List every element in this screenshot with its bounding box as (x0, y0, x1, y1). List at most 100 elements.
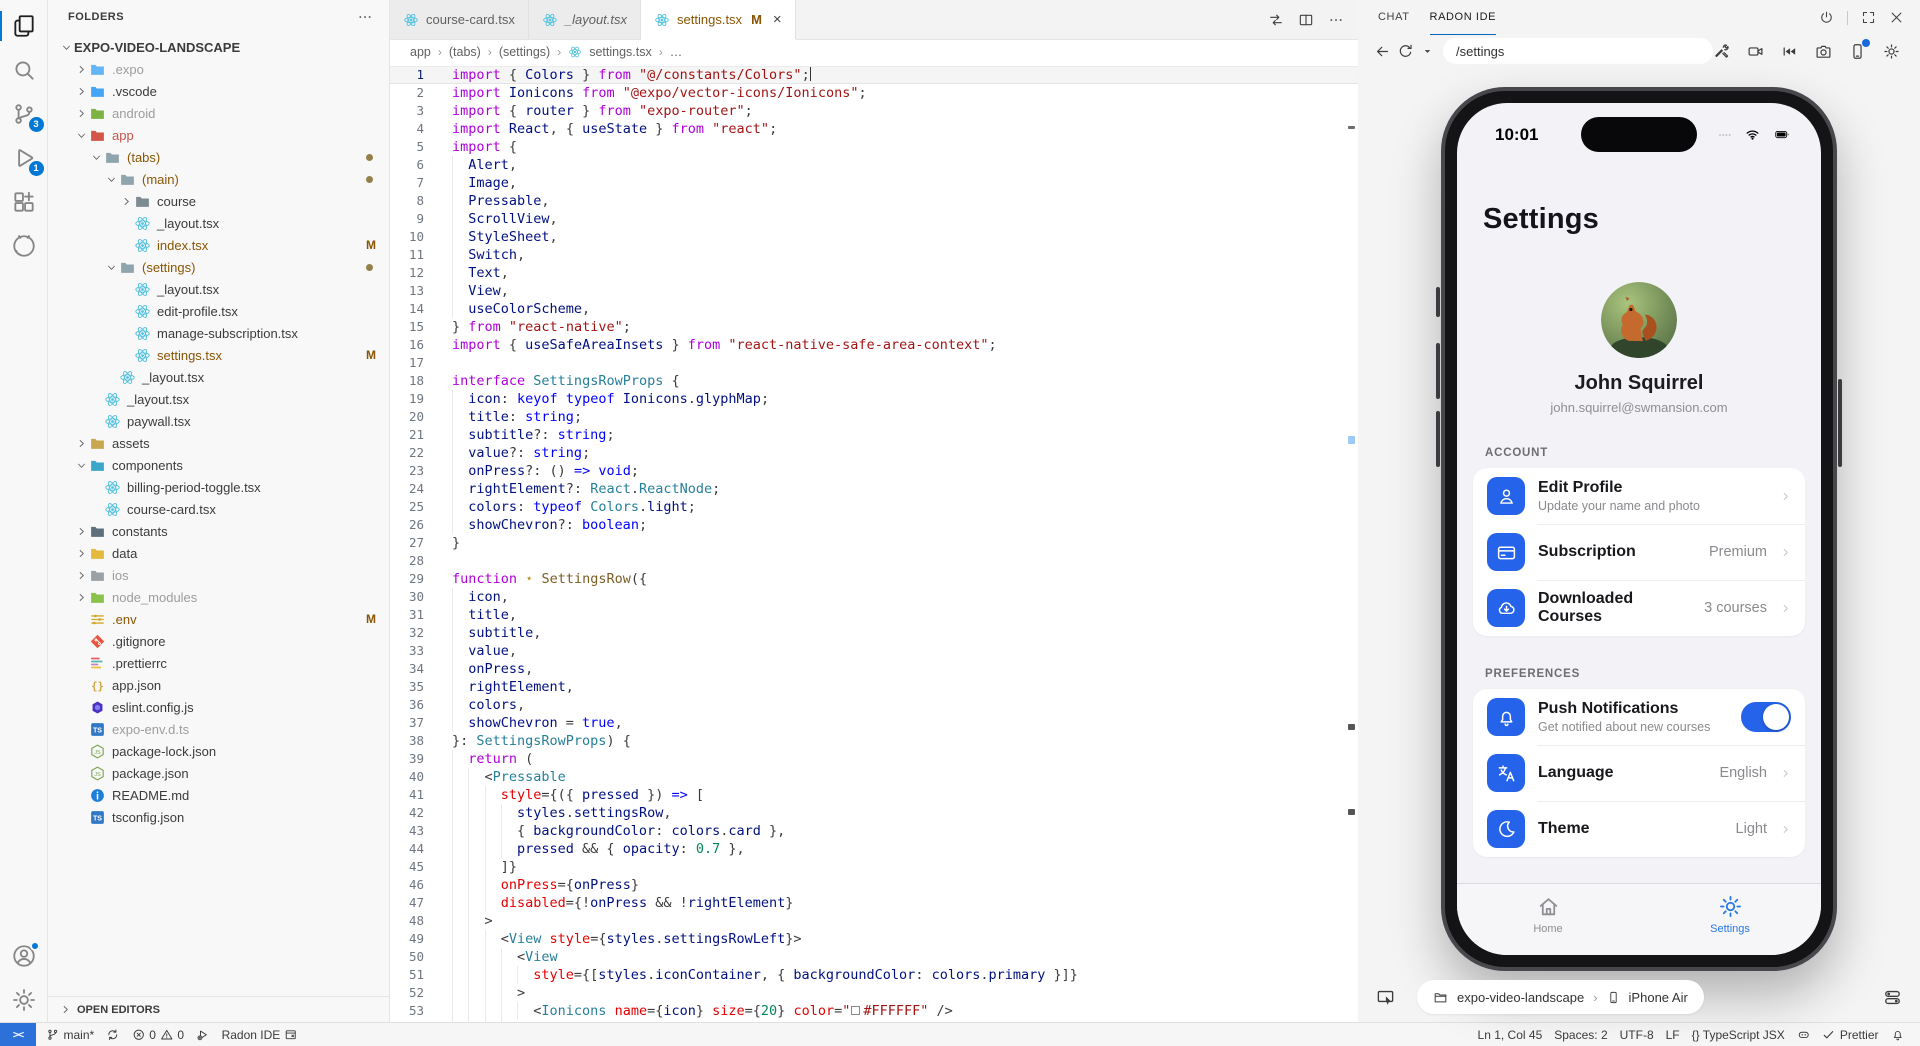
tree-item[interactable]: ios (48, 564, 389, 586)
settings-row-push-notifications[interactable]: Push NotificationsGet notified about new… (1473, 689, 1805, 745)
open-editors-section[interactable]: OPEN EDITORS (48, 996, 389, 1022)
breadcrumb-item[interactable]: (tabs) (449, 45, 481, 59)
activity-item-github[interactable] (0, 224, 48, 268)
tree-item[interactable]: app (48, 124, 389, 146)
phone-tab-home[interactable]: Home (1457, 884, 1639, 955)
back-icon[interactable] (1374, 43, 1391, 60)
tree-item[interactable]: settings.tsxM (48, 344, 389, 366)
tree-item[interactable]: node_modules (48, 586, 389, 608)
toggle-switch[interactable] (1741, 702, 1791, 732)
status-git-branch[interactable]: main* (40, 1023, 100, 1046)
sidebar-more-actions-icon[interactable] (357, 9, 373, 25)
phone-tab-settings[interactable]: Settings (1639, 884, 1821, 955)
tree-item[interactable]: .vscode (48, 80, 389, 102)
code-editor[interactable]: 1import { Colors } from "@/constants/Col… (390, 64, 1358, 1022)
tree-item[interactable]: paywall.tsx (48, 410, 389, 432)
status-radon-ide-status[interactable]: Radon IDE (216, 1023, 304, 1046)
status-formatter[interactable]: Prettier (1816, 1023, 1884, 1046)
tree-item[interactable]: {}app.json (48, 674, 389, 696)
settings-row-edit-profile[interactable]: Edit ProfileUpdate your name and photo (1473, 468, 1805, 524)
activity-item-search[interactable] (0, 48, 48, 92)
settings-row-theme[interactable]: ThemeLight (1473, 801, 1805, 857)
remote-indicator[interactable]: >< (0, 1023, 36, 1046)
replay-icon[interactable] (1781, 43, 1798, 60)
tree-item[interactable]: JSpackage-lock.json (48, 740, 389, 762)
close-icon[interactable]: × (773, 12, 782, 27)
activity-item-manage-settings[interactable] (0, 978, 48, 1022)
tree-item[interactable]: data (48, 542, 389, 564)
status-notifications[interactable] (1885, 1023, 1911, 1046)
screenshot-icon[interactable] (1815, 43, 1832, 60)
status-encoding[interactable]: UTF-8 (1614, 1023, 1660, 1046)
breadcrumb-item[interactable]: app (410, 45, 431, 59)
activity-item-extensions[interactable] (0, 180, 48, 224)
tree-item[interactable]: _layout.tsx (48, 388, 389, 410)
dev-tools-icon[interactable] (1713, 43, 1730, 60)
panel-tab-radon-ide[interactable]: RADON IDE (1430, 0, 1497, 35)
split-editor-icon[interactable] (1298, 12, 1314, 28)
record-video-icon[interactable] (1747, 43, 1764, 60)
tree-item[interactable]: billing-period-toggle.tsx (48, 476, 389, 498)
activity-item-source-control[interactable]: 3 (0, 92, 48, 136)
tree-item[interactable]: _layout.tsx (48, 366, 389, 388)
tree-item[interactable]: TSexpo-env.d.ts (48, 718, 389, 740)
settings-row-language[interactable]: LanguageEnglish (1473, 745, 1805, 801)
tree-item[interactable]: .gitignore (48, 630, 389, 652)
route-url-bar[interactable]: /settings (1443, 38, 1713, 64)
status-problems[interactable]: 00 (126, 1023, 190, 1046)
tree-item-root[interactable]: EXPO-VIDEO-LANDSCAPE (48, 36, 389, 58)
tree-item[interactable]: JSpackage.json (48, 762, 389, 784)
tree-item[interactable]: android (48, 102, 389, 124)
tree-item[interactable]: assets (48, 432, 389, 454)
chevron-down-icon[interactable] (1422, 46, 1433, 57)
tree-item[interactable]: course-card.tsx (48, 498, 389, 520)
tab-course-card.tsx[interactable]: course-card.tsx (390, 0, 529, 39)
activity-item-run-and-debug[interactable]: 1 (0, 136, 48, 180)
breadcrumb-item[interactable]: (settings) (499, 45, 550, 59)
status-cursor-position[interactable]: Ln 1, Col 45 (1472, 1023, 1549, 1046)
power-icon[interactable] (1819, 10, 1834, 25)
tree-item[interactable]: course (48, 190, 389, 212)
more-actions-icon[interactable] (1328, 12, 1344, 28)
device-settings-icon[interactable] (1883, 43, 1900, 60)
status-git-sync[interactable] (100, 1023, 126, 1046)
tree-item[interactable]: TStsconfig.json (48, 806, 389, 828)
breadcrumb-item[interactable]: … (670, 45, 683, 59)
tab-_layout.tsx[interactable]: _layout.tsx (529, 0, 641, 39)
reload-icon[interactable] (1397, 43, 1414, 60)
element-inspector-icon[interactable] (1376, 988, 1395, 1007)
status-eol[interactable]: LF (1660, 1023, 1686, 1046)
expand-icon[interactable] (1861, 10, 1876, 25)
settings-row-downloaded-courses[interactable]: Downloaded Courses3 courses (1473, 580, 1805, 636)
breadcrumb-item[interactable]: settings.tsx (589, 45, 652, 59)
activity-item-explorer[interactable] (0, 4, 48, 48)
device-profile-icon[interactable] (1849, 43, 1866, 60)
status-copilot[interactable] (1791, 1023, 1817, 1046)
tree-item[interactable]: manage-subscription.tsx (48, 322, 389, 344)
close-icon[interactable] (1889, 10, 1904, 25)
tree-item[interactable]: .expo (48, 58, 389, 80)
tree-item[interactable]: (main) (48, 168, 389, 190)
status-indentation[interactable]: Spaces: 2 (1548, 1023, 1613, 1046)
open-changes-icon[interactable] (1268, 12, 1284, 28)
device-selector[interactable]: expo-video-landscape › iPhone Air (1417, 980, 1704, 1014)
avatar[interactable] (1601, 282, 1677, 358)
tree-item[interactable]: (settings) (48, 256, 389, 278)
tree-item[interactable]: (tabs) (48, 146, 389, 168)
tree-item[interactable]: README.md (48, 784, 389, 806)
activity-item-accounts[interactable] (0, 934, 48, 978)
panel-tab-chat[interactable]: CHAT (1378, 0, 1410, 35)
tab-settings.tsx[interactable]: settings.tsxM× (641, 0, 796, 39)
tree-item[interactable]: components (48, 454, 389, 476)
status-debug-status[interactable] (190, 1023, 216, 1046)
tree-item[interactable]: eslint.config.js (48, 696, 389, 718)
tree-item[interactable]: _layout.tsx (48, 278, 389, 300)
tree-item[interactable]: edit-profile.tsx (48, 300, 389, 322)
settings-row-subscription[interactable]: SubscriptionPremium (1473, 524, 1805, 580)
phone-screen[interactable]: 10:01 Settings (1457, 103, 1821, 955)
status-language-mode[interactable]: {} TypeScript JSX (1686, 1023, 1791, 1046)
device-toggles-icon[interactable] (1883, 988, 1902, 1007)
tree-item[interactable]: index.tsxM (48, 234, 389, 256)
tree-item[interactable]: _layout.tsx (48, 212, 389, 234)
tree-item[interactable]: constants (48, 520, 389, 542)
